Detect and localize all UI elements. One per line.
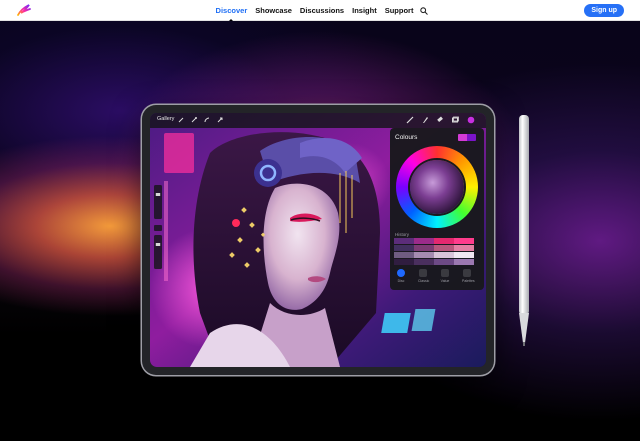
color-dot-icon[interactable] bbox=[467, 116, 475, 124]
tab-disc[interactable]: Disc bbox=[396, 269, 406, 283]
magic-wand-icon[interactable] bbox=[190, 116, 198, 124]
tab-classic[interactable]: Classic bbox=[418, 269, 430, 283]
brush-icon[interactable] bbox=[406, 116, 414, 124]
search-icon[interactable] bbox=[420, 6, 429, 15]
tab-disc-label: Disc bbox=[397, 279, 405, 283]
colours-panel: Colours History Disc Classic Value Palet… bbox=[390, 128, 484, 290]
nav-showcase[interactable]: Showcase bbox=[255, 6, 292, 15]
palettes-icon bbox=[463, 269, 471, 277]
smudge-icon[interactable] bbox=[421, 116, 429, 124]
tab-value-label: Value bbox=[440, 279, 450, 283]
current-colour-swatch[interactable] bbox=[458, 134, 476, 141]
apple-pencil bbox=[519, 115, 529, 346]
colour-disc[interactable] bbox=[396, 146, 478, 228]
colour-palette-grid[interactable] bbox=[394, 238, 474, 265]
tab-classic-label: Classic bbox=[418, 279, 430, 283]
ipad-screen: Gallery Colours History Disc Classic Val… bbox=[150, 113, 486, 367]
wrench-icon[interactable] bbox=[177, 116, 185, 124]
main-menu: Discover Showcase Discussions Insight Su… bbox=[0, 0, 640, 21]
value-icon bbox=[441, 269, 449, 277]
nav-discover[interactable]: Discover bbox=[216, 6, 248, 15]
colours-tabs: Disc Classic Value Palettes bbox=[390, 269, 484, 290]
brush-size-slider[interactable] bbox=[154, 185, 162, 273]
selection-icon[interactable] bbox=[203, 116, 211, 124]
layers-icon[interactable] bbox=[451, 116, 459, 124]
classic-icon bbox=[419, 269, 427, 277]
top-nav: Discover Showcase Discussions Insight Su… bbox=[0, 0, 640, 21]
app-toolbar: Gallery bbox=[150, 113, 486, 128]
sign-up-button[interactable]: Sign up bbox=[584, 4, 624, 17]
disc-icon bbox=[397, 269, 405, 277]
tab-value[interactable]: Value bbox=[440, 269, 450, 283]
hero-section: Gallery Colours History Disc Classic Val… bbox=[0, 21, 640, 441]
history-label: History bbox=[395, 232, 410, 237]
eraser-icon[interactable] bbox=[436, 116, 444, 124]
nav-insight[interactable]: Insight bbox=[352, 6, 377, 15]
move-arrow-icon[interactable] bbox=[216, 116, 224, 124]
ipad-device: Gallery Colours History Disc Classic Val… bbox=[142, 105, 494, 375]
nav-support[interactable]: Support bbox=[385, 6, 414, 15]
nav-discussions[interactable]: Discussions bbox=[300, 6, 344, 15]
colours-title: Colours bbox=[395, 134, 418, 141]
saturation-disc[interactable] bbox=[410, 160, 464, 214]
tab-palettes[interactable]: Palettes bbox=[462, 269, 475, 283]
tab-palettes-label: Palettes bbox=[462, 279, 475, 283]
gallery-button[interactable]: Gallery bbox=[157, 116, 174, 122]
